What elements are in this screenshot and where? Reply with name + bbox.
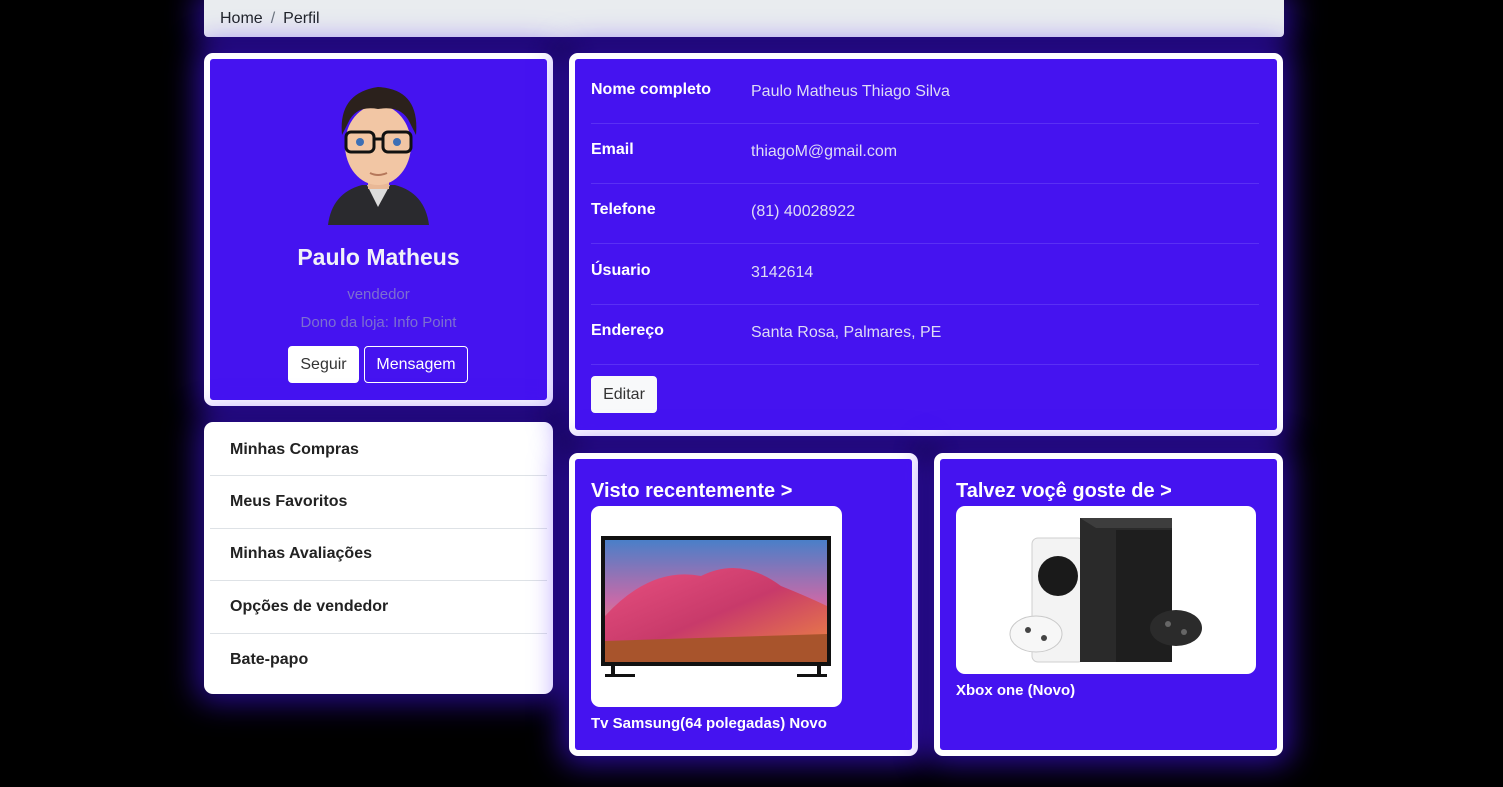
account-menu: Minhas Compras Meus Favoritos Minhas Ava… [204,422,553,694]
follow-button[interactable]: Seguir [288,346,359,383]
detail-label: Nome completo [591,81,712,98]
xbox-product-name[interactable]: Xbox one (Novo) [956,682,1075,699]
detail-value: 3142614 [751,264,814,281]
recently-viewed-card: Visto recentemente > Tv Samsung(64 poleg… [569,453,918,756]
menu-item-vendedor[interactable]: Opções de vendedor [210,581,547,634]
detail-row-email: Email thiagoM@gmail.com [591,123,1259,184]
tv-product-name[interactable]: Tv Samsung(64 polegadas) Novo [591,715,827,732]
details-card: Nome completo Paulo Matheus Thiago Silva… [569,53,1283,436]
detail-value: Santa Rosa, Palmares, PE [751,324,942,341]
xbox-image-icon [1009,518,1202,663]
detail-label: Email [591,141,634,158]
breadcrumb-current: Perfil [283,9,320,27]
detail-value: (81) 40028922 [751,203,856,220]
tv-product-image[interactable] [591,506,842,707]
menu-item-avaliacoes[interactable]: Minhas Avaliações [210,529,547,582]
avatar [328,87,429,225]
menu-item-favoritos[interactable]: Meus Favoritos [210,476,547,529]
menu-item-bate-papo[interactable]: Bate-papo [210,634,547,686]
profile-card: Paulo Matheus vendedor Dono da loja: Inf… [204,53,553,406]
breadcrumb-separator: / [270,9,276,27]
menu-item-compras[interactable]: Minhas Compras [210,424,547,477]
detail-row-address: Endereço Santa Rosa, Palmares, PE [591,304,1259,365]
detail-value: thiagoM@gmail.com [751,143,898,160]
detail-row-phone: Telefone (81) 40028922 [591,183,1259,244]
breadcrumb-home[interactable]: Home [220,10,263,28]
detail-label: Endereço [591,322,664,339]
suggestions-card: Talvez voçê goste de > Xbox one (Novo) [934,453,1283,756]
profile-name: Paulo Matheus [297,244,460,270]
detail-label: Úsuario [591,262,651,279]
detail-row-name: Nome completo Paulo Matheus Thiago Silva [591,63,1259,124]
edit-button[interactable]: Editar [591,376,657,413]
profile-store: Dono da loja: Info Point [300,314,457,331]
profile-role: vendedor [347,286,410,303]
detail-label: Telefone [591,201,656,218]
detail-value: Paulo Matheus Thiago Silva [751,83,950,100]
detail-row-user: Úsuario 3142614 [591,244,1259,305]
tv-image-icon [601,536,831,677]
recently-viewed-title[interactable]: Visto recentemente > [591,480,792,503]
suggestions-title[interactable]: Talvez voçê goste de > [956,480,1172,503]
breadcrumb: Home / Perfil [204,0,1284,37]
message-button[interactable]: Mensagem [364,346,468,383]
xbox-product-image[interactable] [956,506,1256,674]
